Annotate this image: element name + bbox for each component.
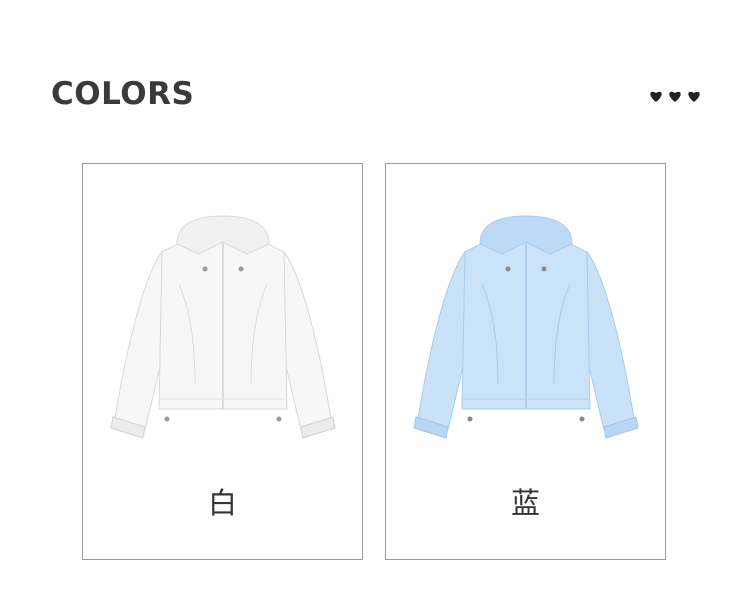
color-option-white[interactable]: 白 (82, 163, 363, 560)
white-jacket-image (110, 215, 336, 439)
color-option-blue[interactable]: 蓝 (385, 163, 666, 560)
page-title: COLORS (51, 76, 195, 112)
three-hearts-icon (650, 91, 700, 102)
blue-jacket-image (413, 215, 639, 439)
color-label-blue: 蓝 (510, 486, 540, 520)
color-label-white: 白 (207, 486, 237, 520)
